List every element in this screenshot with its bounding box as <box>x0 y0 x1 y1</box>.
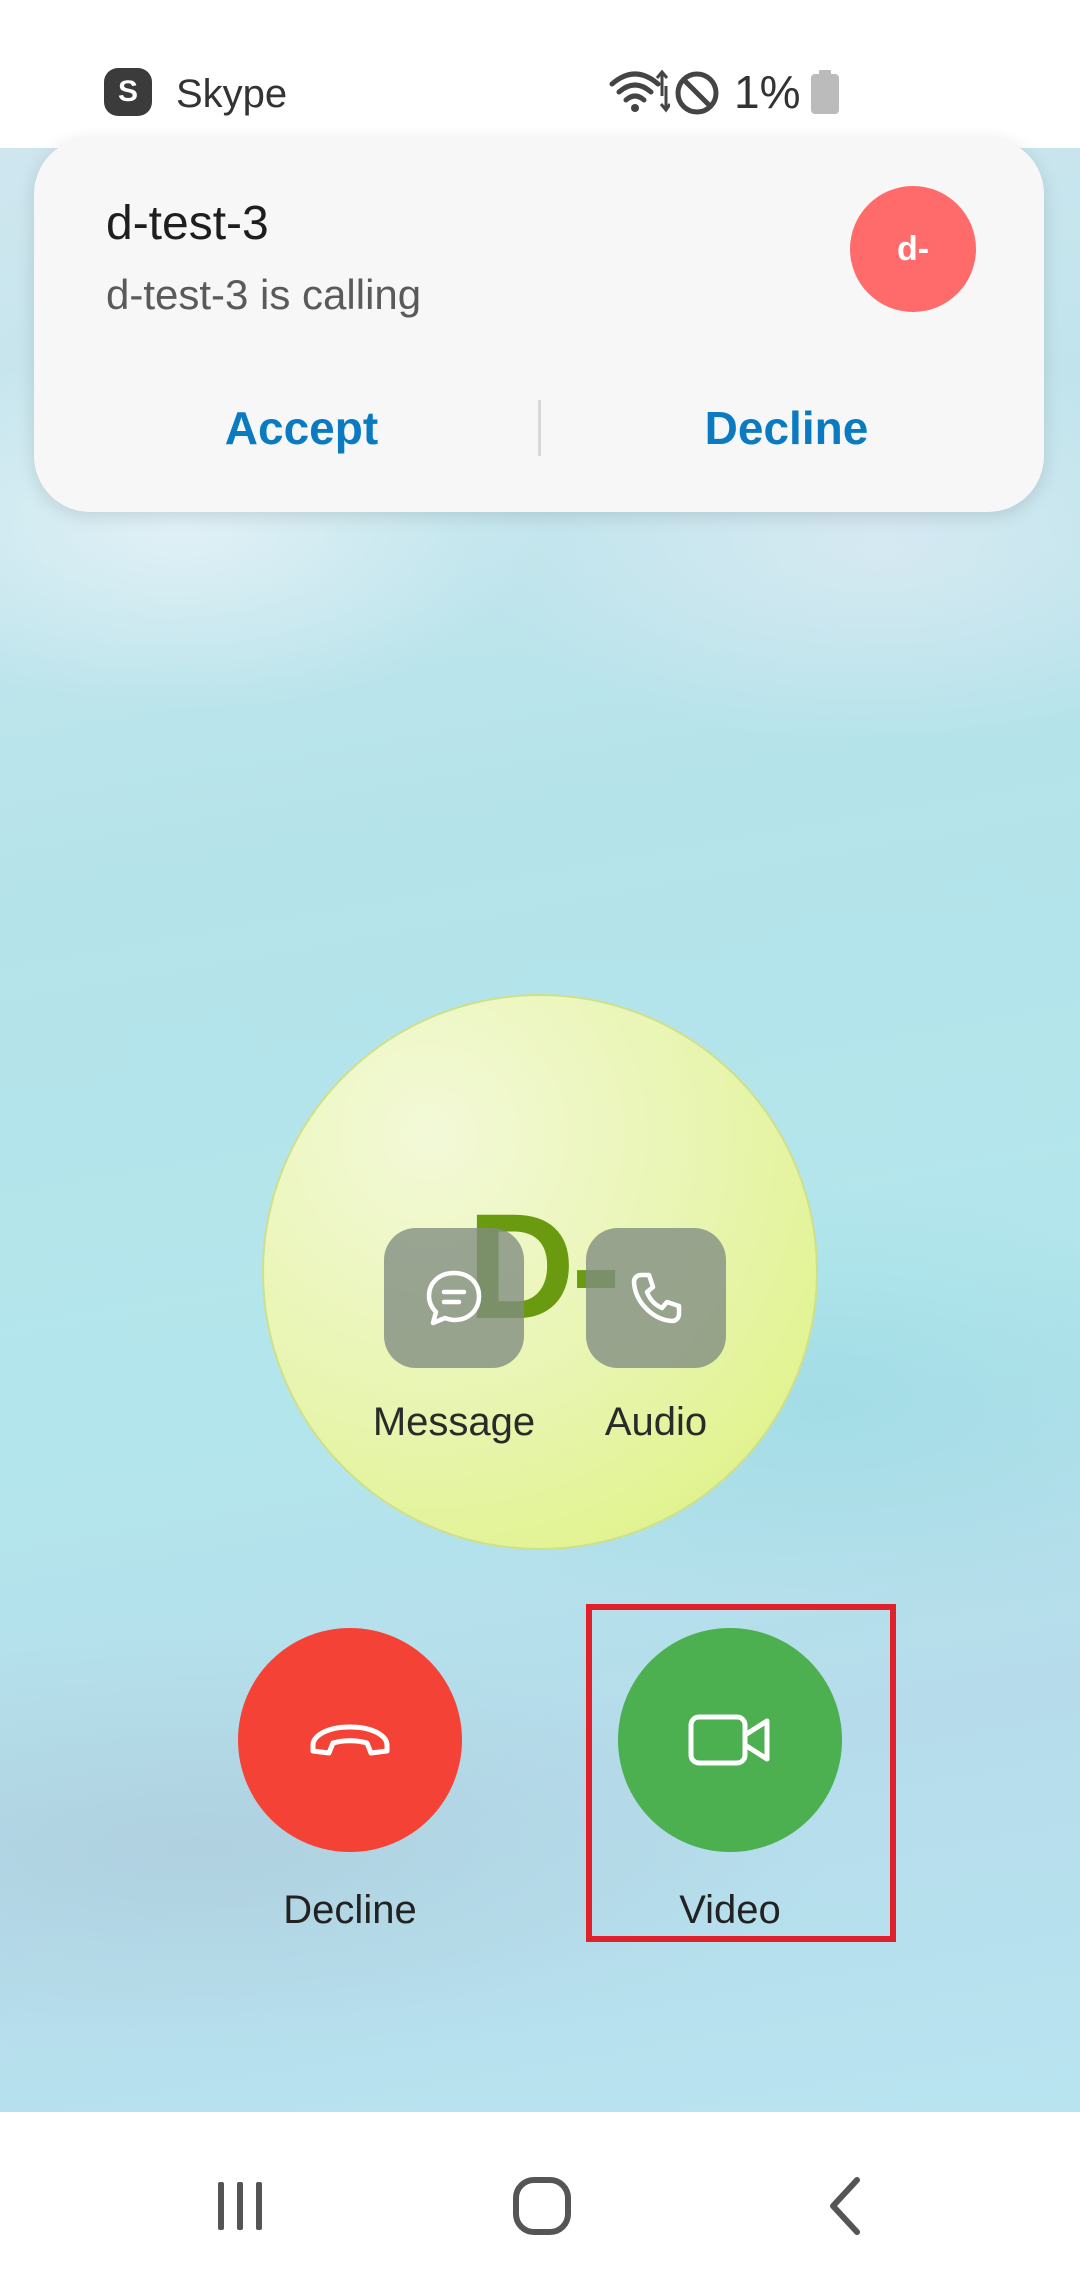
navigation-bar <box>0 2112 1080 2280</box>
accept-button[interactable]: Accept <box>34 378 539 478</box>
caller-initials: D- <box>466 1182 621 1350</box>
incoming-call-notification[interactable]: d-test-3 d-test-3 is calling d- Accept D… <box>34 138 1044 512</box>
audio-label: Audio <box>604 1400 708 1444</box>
audio-call-button[interactable] <box>586 1228 726 1368</box>
caller-avatar-large: D- Message Audio <box>262 994 818 1550</box>
notification-subtitle: d-test-3 is calling <box>106 271 422 318</box>
wifi-icon <box>609 69 670 113</box>
video-camera-icon <box>688 1714 770 1766</box>
notification-decline-button[interactable]: Decline <box>539 378 1044 478</box>
skype-icon: S <box>104 68 152 116</box>
home-icon <box>513 2177 571 2235</box>
notification-actions: Accept Decline <box>34 378 1044 478</box>
back-icon <box>830 2177 860 2235</box>
battery-icon <box>811 70 839 114</box>
message-label: Message <box>372 1400 536 1444</box>
status-app-name: Skype <box>176 72 288 116</box>
caller-avatar: d- <box>850 186 976 312</box>
hang-up-icon <box>310 1724 390 1756</box>
battery-percentage: 1% <box>734 66 801 118</box>
recents-icon <box>218 2182 262 2230</box>
recents-button[interactable] <box>180 2156 300 2256</box>
decline-call-button[interactable] <box>238 1628 462 1852</box>
home-button[interactable] <box>482 2156 602 2256</box>
do-not-disturb-icon <box>675 71 719 115</box>
notification-title: d-test-3 <box>106 197 269 250</box>
message-button[interactable] <box>384 1228 524 1368</box>
phone-icon <box>631 1272 682 1324</box>
message-icon <box>426 1270 482 1326</box>
status-bar: S Skype 1% <box>0 0 1080 148</box>
decline-label: Decline <box>283 1888 417 1932</box>
video-label: Video <box>679 1888 781 1932</box>
video-call-button[interactable] <box>618 1628 842 1852</box>
back-button[interactable] <box>786 2156 906 2256</box>
